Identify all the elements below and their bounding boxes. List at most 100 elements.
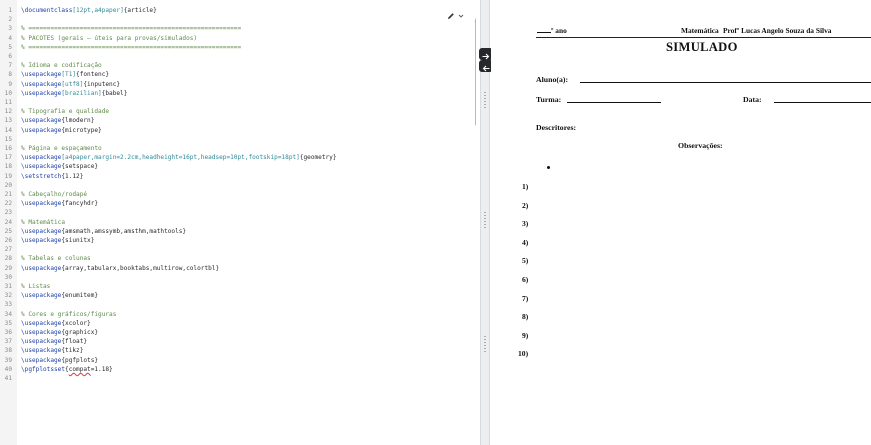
code-line[interactable]: 32 \usepackage{enumitem} bbox=[0, 291, 470, 300]
code-token: \usepackage bbox=[21, 292, 62, 300]
code-line[interactable]: 40 \pgfplotsset{compat=1.18} bbox=[0, 365, 470, 374]
code-text[interactable]: \usepackage{float} bbox=[21, 337, 87, 346]
code-line[interactable]: 20 bbox=[0, 181, 470, 190]
code-text[interactable]: \usepackage{tikz} bbox=[21, 346, 83, 355]
code-line[interactable]: 29 \usepackage{array,tabularx,booktabs,mu… bbox=[0, 264, 470, 273]
code-line[interactable]: 7 % Idioma e codificação bbox=[0, 61, 470, 70]
code-token: % ======================================… bbox=[21, 43, 242, 51]
code-text[interactable]: % Matemática bbox=[21, 218, 65, 227]
code-line[interactable]: 31 % Listas bbox=[0, 282, 470, 291]
code-line[interactable]: 12 % Tipografia e qualidade bbox=[0, 107, 470, 116]
code-text[interactable]: \usepackage{xcolor} bbox=[21, 319, 91, 328]
code-text[interactable]: \usepackage[T1]{fontenc} bbox=[21, 70, 109, 79]
code-line[interactable]: 22 \usepackage{fancyhdr} bbox=[0, 199, 470, 208]
code-text[interactable]: \documentclass[12pt,a4paper]{article} bbox=[21, 6, 157, 15]
code-text[interactable]: % Página e espaçamento bbox=[21, 144, 102, 153]
code-text[interactable]: \usepackage{amsmath,amssymb,amsthm,matht… bbox=[21, 227, 186, 236]
code-text[interactable]: % Cabeçalho/rodapé bbox=[21, 190, 87, 199]
code-line[interactable]: 16 % Página e espaçamento bbox=[0, 144, 470, 153]
date-label: Data: bbox=[743, 95, 762, 104]
code-line[interactable]: 30 bbox=[0, 273, 470, 282]
code-text[interactable]: % Tabelas e colunas bbox=[21, 254, 91, 263]
code-line[interactable]: 4 % PACOTES (gerais – úteis para provas/s… bbox=[0, 34, 470, 43]
code-line[interactable]: 2 bbox=[0, 15, 470, 24]
header-rule bbox=[536, 37, 871, 38]
code-line[interactable]: 37 \usepackage{float} bbox=[0, 337, 470, 346]
code-text[interactable]: \usepackage{microtype} bbox=[21, 126, 102, 135]
code-text[interactable]: \setstretch{1.12} bbox=[21, 172, 83, 181]
code-line[interactable]: 19 \setstretch{1.12} bbox=[0, 172, 470, 181]
code-line[interactable]: 5 % =====================================… bbox=[0, 43, 470, 52]
editor-scrollbar[interactable] bbox=[474, 8, 476, 445]
code-line[interactable]: 38 \usepackage{tikz} bbox=[0, 346, 470, 355]
code-text[interactable]: \usepackage{array,tabularx,booktabs,mult… bbox=[21, 264, 219, 273]
code-line[interactable]: 36 \usepackage{graphicx} bbox=[0, 328, 470, 337]
editor-scroll-thumb[interactable] bbox=[475, 18, 476, 126]
code-line[interactable]: 34 % Cores e gráficos/figuras bbox=[0, 310, 470, 319]
line-number: 22 bbox=[4, 200, 12, 208]
code-text[interactable]: % Tipografia e qualidade bbox=[21, 107, 109, 116]
code-token: {fontenc} bbox=[76, 71, 110, 79]
code-line[interactable]: 11 bbox=[0, 98, 470, 107]
code-line[interactable]: 1 \documentclass[12pt,a4paper]{article} bbox=[0, 6, 470, 15]
divider-grip[interactable] bbox=[484, 212, 486, 230]
code-text[interactable]: \usepackage[utf8]{inputenc} bbox=[21, 80, 120, 89]
code-text[interactable]: \usepackage{lmodern} bbox=[21, 116, 94, 125]
code-line[interactable]: 26 \usepackage{siunitx} bbox=[0, 236, 470, 245]
divider-grip[interactable] bbox=[484, 336, 486, 354]
code-line[interactable]: 3 % =====================================… bbox=[0, 24, 470, 33]
code-line[interactable]: 6 bbox=[0, 52, 470, 61]
code-token: % Idioma e codificação bbox=[21, 62, 102, 70]
line-number: 41 bbox=[4, 375, 12, 382]
line-number: 10 bbox=[4, 89, 12, 97]
code-text[interactable]: \usepackage{enumitem} bbox=[21, 291, 98, 300]
code-token: \usepackage bbox=[21, 264, 62, 272]
code-line[interactable]: 10 \usepackage[brazilian]{babel} bbox=[0, 89, 470, 98]
code-text[interactable]: \usepackage{setspace} bbox=[21, 162, 98, 171]
edit-mode-button[interactable] bbox=[443, 9, 467, 23]
code-line[interactable]: 9 \usepackage[utf8]{inputenc} bbox=[0, 80, 470, 89]
code-text[interactable]: % PACOTES (gerais – úteis para provas/si… bbox=[21, 34, 197, 43]
code-line[interactable]: 25 \usepackage{amsmath,amssymb,amsthm,mat… bbox=[0, 227, 470, 236]
code-text[interactable]: % ======================================… bbox=[21, 24, 241, 33]
divider-grip[interactable] bbox=[484, 92, 486, 110]
code-text[interactable]: % Listas bbox=[21, 282, 50, 291]
code-line[interactable]: 28 % Tabelas e colunas bbox=[0, 254, 470, 263]
code-line[interactable]: 23 bbox=[0, 208, 470, 217]
code-line[interactable]: 14 \usepackage{microtype} bbox=[0, 126, 470, 135]
code-line[interactable]: 17 \usepackage[a4paper,margin=2.2cm,headh… bbox=[0, 153, 470, 162]
line-number: 2 bbox=[8, 16, 12, 24]
code-token: % PACOTES (gerais – úteis para provas/si… bbox=[21, 34, 198, 42]
code-line[interactable]: 18 \usepackage{setspace} bbox=[0, 162, 470, 171]
arrow-up-icon[interactable] bbox=[474, 8, 476, 22]
code-line[interactable]: 13 \usepackage{lmodern} bbox=[0, 116, 470, 125]
code-text[interactable]: % Cores e gráficos/figuras bbox=[21, 310, 116, 319]
line-number: 36 bbox=[4, 329, 12, 336]
question-number: 8) bbox=[522, 312, 529, 322]
code-editor[interactable]: 1 \documentclass[12pt,a4paper]{article} 2 3… bbox=[0, 0, 476, 445]
code-text[interactable]: \usepackage[a4paper,margin=2.2cm,headhei… bbox=[21, 153, 337, 162]
code-token: [a4paper,margin=2.2cm,headheight=16pt,he… bbox=[61, 154, 300, 162]
code-text[interactable]: \usepackage{pgfplots} bbox=[21, 356, 98, 365]
code-token: \usepackage bbox=[21, 117, 62, 125]
code-text[interactable]: \usepackage{siunitx} bbox=[21, 236, 94, 245]
question-number: 6) bbox=[522, 275, 529, 284]
code-text[interactable]: \pgfplotsset{compat=1.18} bbox=[21, 365, 113, 374]
code-text[interactable]: % ======================================… bbox=[21, 43, 241, 52]
code-text[interactable]: % Idioma e codificação bbox=[21, 61, 102, 70]
question-number: 7) bbox=[522, 293, 529, 303]
code-line[interactable]: 15 bbox=[0, 135, 470, 144]
code-text[interactable]: \usepackage[brazilian]{babel} bbox=[21, 89, 127, 98]
code-line[interactable]: 27 bbox=[0, 245, 470, 254]
code-line[interactable]: 21 % Cabeçalho/rodapé bbox=[0, 190, 470, 199]
code-line[interactable]: 35 \usepackage{xcolor} bbox=[0, 319, 470, 328]
code-line[interactable]: 39 \usepackage{pgfplots} bbox=[0, 356, 470, 365]
code-line[interactable]: 41 bbox=[0, 374, 470, 383]
pdf-preview[interactable]: º ano Matemática Profº Lucas Angelo Souz… bbox=[491, 0, 871, 445]
code-line[interactable]: 8 \usepackage[T1]{fontenc} bbox=[0, 70, 470, 79]
question-number: 2) bbox=[522, 200, 529, 210]
code-text[interactable]: \usepackage{fancyhdr} bbox=[21, 199, 98, 208]
code-line[interactable]: 33 bbox=[0, 300, 470, 309]
code-line[interactable]: 24 % Matemática bbox=[0, 218, 470, 227]
code-text[interactable]: \usepackage{graphicx} bbox=[21, 328, 98, 337]
